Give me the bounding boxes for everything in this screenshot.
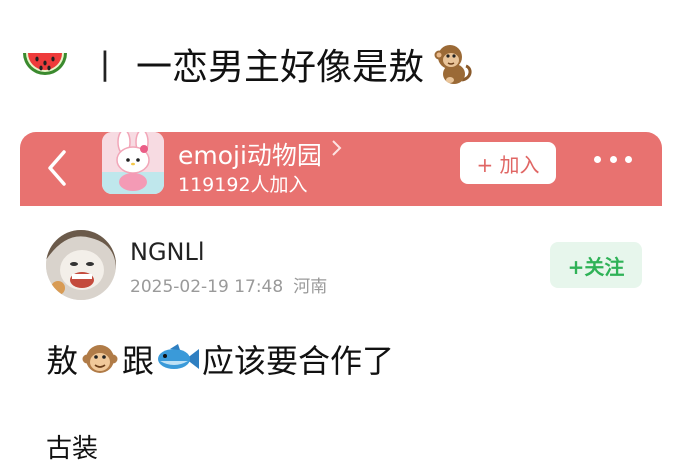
user-avatar[interactable] (46, 230, 116, 300)
watermelon-icon (20, 43, 70, 85)
chevron-right-icon (330, 138, 344, 164)
username[interactable]: NGNLl (130, 238, 205, 266)
join-group-button[interactable]: + 加入 (460, 142, 556, 184)
title-separator: 丨 (88, 47, 122, 88)
group-header-bar: emoji动物园 119192人加入 + 加入 (20, 132, 662, 206)
more-dot (625, 156, 632, 163)
chevron-left-icon (48, 150, 66, 186)
post-body-text-3: 应该要合作了 (202, 342, 395, 380)
post-body-text-1: 敖 (46, 342, 79, 380)
headline-title: 一恋男主好像是敖 (136, 47, 425, 88)
post-headline: 丨 一恋男主好像是敖 (20, 38, 474, 90)
back-button[interactable] (40, 146, 76, 190)
follow-button[interactable]: +关注 (550, 242, 642, 288)
post-meta: 2025-02-19 17:48 河南 (130, 272, 327, 297)
post-location: 河南 (293, 277, 328, 297)
post-body-tail: 古装 (46, 434, 99, 464)
monkey-icon (430, 42, 474, 86)
group-name[interactable]: emoji动物园 (178, 136, 322, 172)
post-timestamp: 2025-02-19 17:48 (130, 277, 284, 297)
more-dot (594, 156, 601, 163)
post-body: 敖 跟 应该要合作了 (46, 336, 394, 382)
monkey-face-icon (82, 341, 118, 377)
more-dot (609, 156, 617, 163)
more-options-icon[interactable] (594, 156, 632, 168)
post-body-text-2: 跟 (122, 342, 155, 380)
group-avatar[interactable] (102, 132, 164, 194)
group-member-count: 119192人加入 (178, 174, 308, 196)
fish-icon (156, 341, 200, 377)
